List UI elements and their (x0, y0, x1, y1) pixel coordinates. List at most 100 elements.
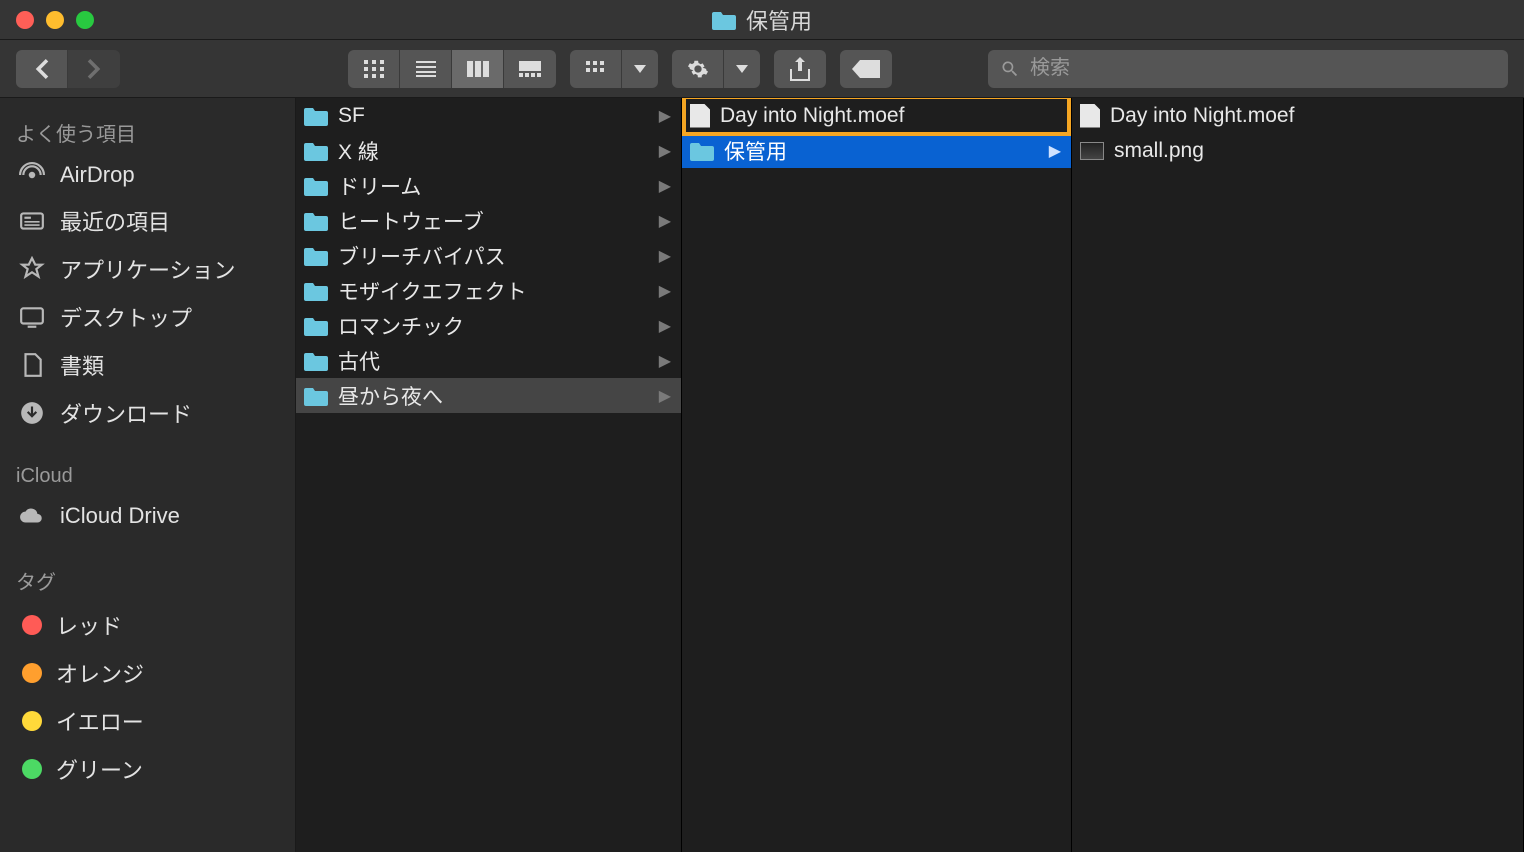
applications-icon (18, 255, 46, 283)
traffic-lights (0, 11, 94, 29)
chevron-right-icon: ▶ (659, 106, 671, 126)
fullscreen-window-button[interactable] (76, 11, 94, 29)
gallery-view-button[interactable] (504, 50, 556, 88)
column-3: Day into Night.moef small.png (1072, 98, 1524, 852)
list-item[interactable]: ヒートウェーブ ▶ (296, 203, 681, 238)
item-label: ブリーチバイパス (338, 241, 506, 271)
action-button[interactable] (672, 50, 724, 88)
chevron-right-icon: ▶ (659, 316, 671, 336)
folder-icon (304, 281, 328, 301)
list-item[interactable]: モザイクエフェクト ▶ (296, 273, 681, 308)
folder-icon (304, 176, 328, 196)
chevron-right-icon: ▶ (659, 386, 671, 406)
item-label: small.png (1114, 139, 1204, 163)
list-item[interactable]: 古代 ▶ (296, 343, 681, 378)
item-label: ロマンチック (338, 311, 464, 341)
sidebar-tag-red[interactable]: レッド (0, 601, 295, 649)
downloads-icon (18, 399, 46, 427)
chevron-right-icon: ▶ (1049, 141, 1061, 161)
desktop-icon (18, 303, 46, 331)
titlebar: 保管用 (0, 0, 1524, 40)
sidebar-tag-green[interactable]: グリーン (0, 745, 295, 793)
sidebar-tag-yellow[interactable]: イエロー (0, 697, 295, 745)
minimize-window-button[interactable] (46, 11, 64, 29)
search-input[interactable] (1030, 57, 1496, 80)
sidebar-item-label: 最近の項目 (60, 205, 170, 237)
folder-icon (690, 141, 714, 161)
list-item-image[interactable]: small.png (1072, 133, 1523, 168)
action-group (672, 50, 760, 88)
back-button[interactable] (16, 50, 68, 88)
item-label: 古代 (338, 346, 380, 376)
item-label: モザイクエフェクト (338, 276, 527, 306)
sidebar-tag-orange[interactable]: オレンジ (0, 649, 295, 697)
search-icon (1000, 59, 1020, 79)
toolbar (0, 40, 1524, 98)
sidebar-item-desktop[interactable]: デスクトップ (0, 293, 295, 341)
body: よく使う項目 AirDrop 最近の項目 アプリケーション デスクトップ 書類 (0, 98, 1524, 852)
sidebar-item-label: グリーン (56, 753, 143, 785)
sidebar-item-label: 書類 (60, 349, 104, 381)
item-label: 昼から夜へ (338, 381, 443, 411)
sidebar-item-label: iCloud Drive (60, 503, 180, 529)
sidebar-item-airdrop[interactable]: AirDrop (0, 153, 295, 197)
sidebar-item-icloud-drive[interactable]: iCloud Drive (0, 494, 295, 538)
column-view-button[interactable] (452, 50, 504, 88)
list-item[interactable]: X 線 ▶ (296, 133, 681, 168)
folder-icon (304, 246, 328, 266)
item-label: ヒートウェーブ (338, 206, 484, 236)
folder-icon (304, 316, 328, 336)
sidebar-item-applications[interactable]: アプリケーション (0, 245, 295, 293)
list-view-button[interactable] (400, 50, 452, 88)
sidebar-item-label: AirDrop (60, 162, 135, 188)
forward-button[interactable] (68, 50, 120, 88)
arrange-dropdown[interactable] (622, 50, 658, 88)
list-item-selected[interactable]: 保管用 ▶ (682, 133, 1071, 168)
folder-icon (712, 10, 736, 30)
tags-button[interactable] (840, 50, 892, 88)
chevron-right-icon: ▶ (659, 141, 671, 161)
window-title-text: 保管用 (746, 4, 812, 36)
tag-dot-icon (22, 711, 42, 731)
file-icon (690, 104, 710, 128)
list-item[interactable]: ブリーチバイパス ▶ (296, 238, 681, 273)
tag-dot-icon (22, 615, 42, 635)
folder-icon (304, 351, 328, 371)
share-button[interactable] (774, 50, 826, 88)
cloud-icon (18, 502, 46, 530)
sidebar-item-documents[interactable]: 書類 (0, 341, 295, 389)
file-icon (1080, 104, 1100, 128)
close-window-button[interactable] (16, 11, 34, 29)
sidebar-item-recents[interactable]: 最近の項目 (0, 197, 295, 245)
nav-buttons (16, 50, 120, 88)
list-item[interactable]: ロマンチック ▶ (296, 308, 681, 343)
recents-icon (18, 207, 46, 235)
action-dropdown[interactable] (724, 50, 760, 88)
sidebar-section-tags: タグ (0, 556, 295, 601)
list-item[interactable]: ドリーム ▶ (296, 168, 681, 203)
chevron-right-icon: ▶ (659, 351, 671, 371)
list-item-selected[interactable]: 昼から夜へ ▶ (296, 378, 681, 413)
arrange-group (570, 50, 658, 88)
list-item-file[interactable]: Day into Night.moef (682, 98, 1071, 133)
item-label: 保管用 (724, 136, 787, 166)
sidebar-item-label: デスクトップ (60, 301, 192, 333)
chevron-right-icon: ▶ (659, 246, 671, 266)
sidebar: よく使う項目 AirDrop 最近の項目 アプリケーション デスクトップ 書類 (0, 98, 296, 852)
documents-icon (18, 351, 46, 379)
finder-window: 保管用 よく使う項 (0, 0, 1524, 852)
tag-dot-icon (22, 663, 42, 683)
list-item[interactable]: SF ▶ (296, 98, 681, 133)
sidebar-item-downloads[interactable]: ダウンロード (0, 389, 295, 437)
icon-view-button[interactable] (348, 50, 400, 88)
arrange-button[interactable] (570, 50, 622, 88)
item-label: ドリーム (338, 171, 421, 201)
sidebar-section-icloud: iCloud (0, 455, 295, 494)
list-item-file[interactable]: Day into Night.moef (1072, 98, 1523, 133)
folder-icon (304, 141, 328, 161)
sidebar-section-favorites: よく使う項目 (0, 108, 295, 153)
folder-icon (304, 106, 328, 126)
item-label: X 線 (338, 136, 379, 166)
sidebar-item-label: ダウンロード (60, 397, 192, 429)
search-field[interactable] (988, 50, 1508, 88)
